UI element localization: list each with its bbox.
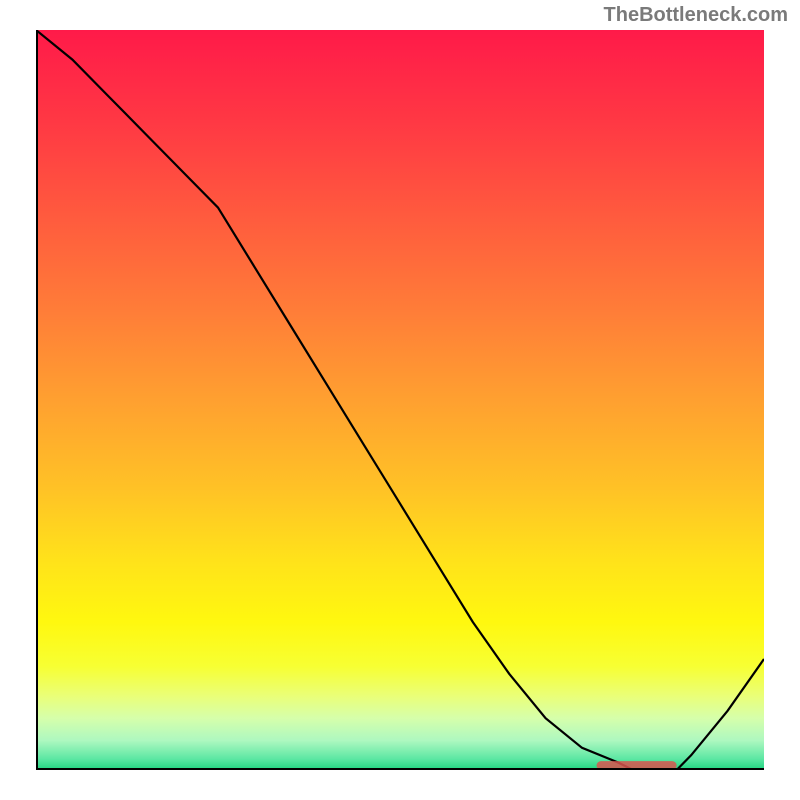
chart-marker <box>597 761 677 770</box>
chart-background <box>36 30 764 770</box>
chart-canvas <box>36 30 764 770</box>
watermark-text: TheBottleneck.com <box>604 4 788 27</box>
